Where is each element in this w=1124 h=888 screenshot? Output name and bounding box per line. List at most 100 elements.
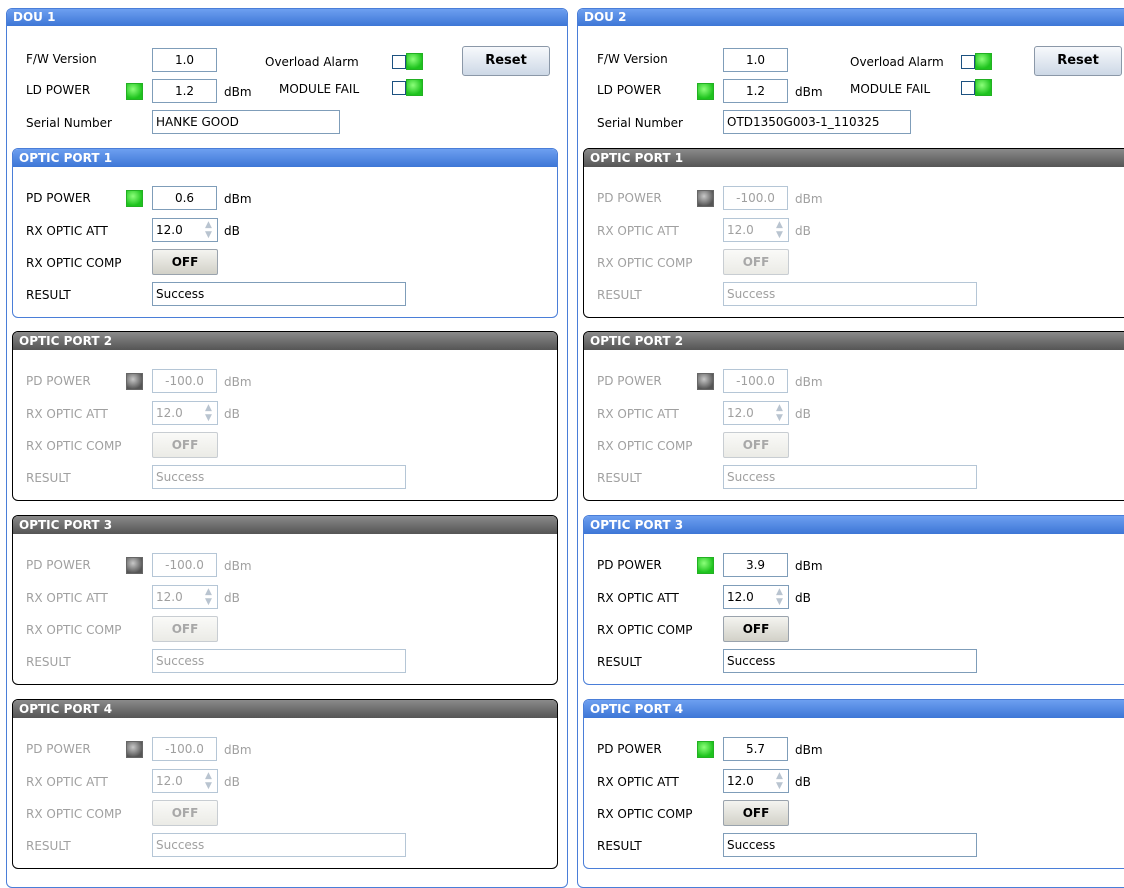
rx-optic-att-value: 12.0	[156, 223, 183, 237]
optic-port-title: OPTIC PORT 4	[584, 700, 1124, 718]
rx-optic-att-label: RX OPTIC ATT	[26, 775, 108, 789]
rx-optic-att-label: RX OPTIC ATT	[26, 224, 108, 238]
module-fail-checkbox[interactable]	[961, 81, 975, 95]
rx-optic-comp-toggle[interactable]: OFF	[723, 800, 789, 826]
serial-number-field: OTD1350G003-1_110325	[723, 110, 911, 134]
pd-power-led-icon	[697, 741, 714, 758]
pd-power-unit: dBm	[795, 375, 823, 389]
pd-power-led-icon	[697, 190, 714, 207]
pd-power-led-icon	[126, 190, 143, 207]
rx-optic-att-unit: dB	[795, 775, 811, 789]
module-fail-led-icon	[406, 79, 423, 96]
optic-port-title: OPTIC PORT 3	[13, 516, 557, 534]
overload-alarm-label: Overload Alarm	[850, 55, 944, 69]
pd-power-led-icon	[126, 557, 143, 574]
spinner-arrows-icon[interactable]: ▲ ▼	[201, 587, 216, 607]
reset-button[interactable]: Reset	[1034, 46, 1122, 76]
spinner-arrows-icon[interactable]: ▲ ▼	[772, 403, 787, 423]
serial-number-field: HANKE GOOD	[152, 110, 340, 134]
rx-optic-comp-toggle[interactable]: OFF	[723, 616, 789, 642]
overload-alarm-led-icon	[406, 53, 423, 70]
pd-power-label: PD POWER	[26, 191, 91, 205]
rx-optic-att-value: 12.0	[156, 590, 183, 604]
optic-port-title: OPTIC PORT 3	[584, 516, 1124, 534]
dou-2-panel: DOU 2 F/W Version 1.0 Overload Alarm Res…	[577, 8, 1124, 888]
rx-optic-att-spinner[interactable]: 12.0 ▲ ▼	[152, 769, 218, 793]
pd-power-label: PD POWER	[597, 558, 662, 572]
rx-optic-comp-toggle[interactable]: OFF	[723, 249, 789, 275]
rx-optic-comp-toggle[interactable]: OFF	[152, 800, 218, 826]
pd-power-label: PD POWER	[26, 558, 91, 572]
optic-port-2: OPTIC PORT 2 PD POWER -100.0 dBm RX OPTI…	[12, 331, 558, 501]
rx-optic-att-unit: dB	[224, 775, 240, 789]
serial-number-label: Serial Number	[26, 116, 112, 130]
rx-optic-comp-toggle[interactable]: OFF	[152, 432, 218, 458]
rx-optic-att-value: 12.0	[727, 590, 754, 604]
optic-port-2: OPTIC PORT 2 PD POWER -100.0 dBm RX OPTI…	[583, 331, 1124, 501]
ld-power-label: LD POWER	[597, 83, 662, 97]
reset-button[interactable]: Reset	[462, 46, 550, 76]
rx-optic-att-value: 12.0	[156, 774, 183, 788]
pd-power-unit: dBm	[224, 743, 252, 757]
overload-alarm-led-icon	[975, 53, 992, 70]
fw-version-label: F/W Version	[26, 52, 97, 66]
rx-optic-att-label: RX OPTIC ATT	[597, 591, 679, 605]
spinner-arrows-icon[interactable]: ▲ ▼	[772, 220, 787, 240]
pd-power-label: PD POWER	[597, 374, 662, 388]
rx-optic-att-spinner[interactable]: 12.0 ▲ ▼	[152, 218, 218, 242]
spinner-arrows-icon[interactable]: ▲ ▼	[201, 220, 216, 240]
pd-power-label: PD POWER	[26, 374, 91, 388]
rx-optic-comp-label: RX OPTIC COMP	[26, 439, 122, 453]
rx-optic-att-unit: dB	[795, 591, 811, 605]
pd-power-label: PD POWER	[597, 191, 662, 205]
pd-power-unit: dBm	[224, 375, 252, 389]
ld-power-label: LD POWER	[26, 83, 91, 97]
optic-port-1: OPTIC PORT 1 PD POWER 0.6 dBm RX OPTIC A…	[12, 148, 558, 318]
rx-optic-att-spinner[interactable]: 12.0 ▲ ▼	[723, 218, 789, 242]
result-label: RESULT	[597, 839, 642, 853]
rx-optic-comp-toggle[interactable]: OFF	[152, 249, 218, 275]
ld-power-field: 1.2	[723, 79, 788, 103]
rx-optic-comp-label: RX OPTIC COMP	[597, 256, 693, 270]
dou-2-title: DOU 2	[578, 9, 1124, 26]
overload-alarm-checkbox[interactable]	[961, 55, 975, 69]
pd-power-field: 5.7	[723, 737, 788, 761]
dou-1-panel: DOU 1 F/W Version 1.0 Overload Alarm Res…	[6, 8, 568, 888]
result-field: Success	[723, 833, 977, 857]
pd-power-field: -100.0	[152, 369, 217, 393]
pd-power-unit: dBm	[224, 559, 252, 573]
module-fail-led-icon	[975, 79, 992, 96]
pd-power-unit: dBm	[795, 559, 823, 573]
ld-power-unit: dBm	[795, 85, 823, 99]
spinner-arrows-icon[interactable]: ▲ ▼	[201, 403, 216, 423]
rx-optic-att-unit: dB	[224, 407, 240, 421]
rx-optic-att-value: 12.0	[727, 223, 754, 237]
spinner-arrows-icon[interactable]: ▲ ▼	[772, 771, 787, 791]
rx-optic-att-spinner[interactable]: 12.0 ▲ ▼	[152, 401, 218, 425]
rx-optic-att-spinner[interactable]: 12.0 ▲ ▼	[723, 585, 789, 609]
rx-optic-att-value: 12.0	[727, 774, 754, 788]
rx-optic-att-spinner[interactable]: 12.0 ▲ ▼	[152, 585, 218, 609]
pd-power-field: 3.9	[723, 553, 788, 577]
overload-alarm-label: Overload Alarm	[265, 55, 359, 69]
pd-power-field: -100.0	[152, 737, 217, 761]
ld-power-led-icon	[697, 83, 714, 100]
rx-optic-comp-toggle[interactable]: OFF	[723, 432, 789, 458]
overload-alarm-checkbox[interactable]	[392, 55, 406, 69]
rx-optic-comp-toggle[interactable]: OFF	[152, 616, 218, 642]
rx-optic-comp-label: RX OPTIC COMP	[597, 623, 693, 637]
optic-port-1: OPTIC PORT 1 PD POWER -100.0 dBm RX OPTI…	[583, 148, 1124, 318]
serial-number-label: Serial Number	[597, 116, 683, 130]
rx-optic-att-unit: dB	[795, 224, 811, 238]
pd-power-field: -100.0	[152, 553, 217, 577]
pd-power-led-icon	[126, 741, 143, 758]
pd-power-label: PD POWER	[597, 742, 662, 756]
spinner-arrows-icon[interactable]: ▲ ▼	[772, 587, 787, 607]
result-label: RESULT	[26, 471, 71, 485]
rx-optic-att-spinner[interactable]: 12.0 ▲ ▼	[723, 401, 789, 425]
rx-optic-att-spinner[interactable]: 12.0 ▲ ▼	[723, 769, 789, 793]
result-label: RESULT	[597, 288, 642, 302]
spinner-arrows-icon[interactable]: ▲ ▼	[201, 771, 216, 791]
module-fail-checkbox[interactable]	[392, 81, 406, 95]
result-field: Success	[152, 282, 406, 306]
